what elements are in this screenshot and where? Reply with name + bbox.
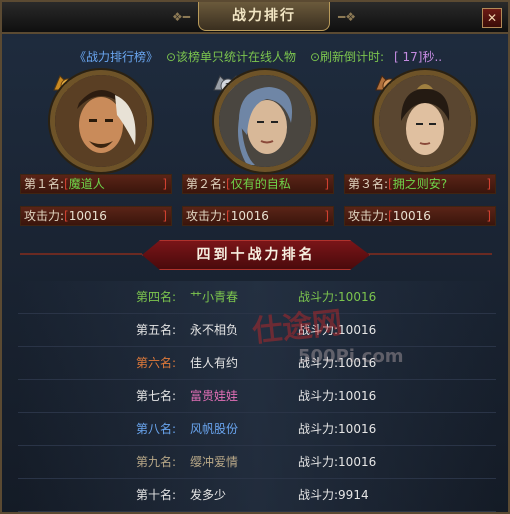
row-rank: 第七名: <box>136 389 177 403</box>
row-name: 风帆股份 <box>190 422 239 436</box>
row-power-label: 战斗力:9914 <box>298 488 369 502</box>
refresh-countdown: [ 17]秒.. <box>394 50 443 64</box>
row-name: 缨冲爱情 <box>190 455 239 469</box>
row-power-label: 战斗力:10016 <box>298 455 377 469</box>
row-rank: 第十名: <box>136 488 177 502</box>
info-row: 《战力排行榜》 ⊙该榜单只统计在线人物 ⊙刷新倒计时: [ 17]秒.. <box>2 48 508 64</box>
rank-3-power: 10016 <box>392 209 431 223</box>
rank-1-power-slot: 攻击力:[10016] <box>20 206 172 226</box>
rank-3-portrait[interactable] <box>374 70 476 172</box>
rank-2-name: 仅有的自私 <box>230 177 291 191</box>
ranking-row[interactable]: 第八名: 风帆股份 战斗力:10016 <box>18 413 496 446</box>
rank-1-power: 10016 <box>68 209 107 223</box>
row-power: 10016 <box>338 323 377 337</box>
rank-1-name-slot[interactable]: 第１名:[魔道人] <box>20 174 172 194</box>
board-name: 《战力排行榜》 <box>74 50 159 64</box>
rank-3-name: 拥之则安? <box>392 177 448 191</box>
ranking-window: ❖━ 战力排行 ━❖ ✕ 《战力排行榜》 ⊙该榜单只统计在线人物 ⊙刷新倒计时:… <box>0 0 510 514</box>
window-title: 战力排行 <box>198 2 330 31</box>
rank-2-power: 10016 <box>230 209 269 223</box>
close-button[interactable]: ✕ <box>482 8 502 28</box>
row-rank: 第六名: <box>136 356 177 370</box>
row-name: 发多少 <box>190 488 227 502</box>
row-power-label: 战斗力:10016 <box>298 422 377 436</box>
row-power: 10016 <box>338 290 377 304</box>
row-power: 10016 <box>338 455 377 469</box>
row-power: 10016 <box>338 389 377 403</box>
title-ornament-right: ━❖ <box>338 10 356 24</box>
ranking-row[interactable]: 第九名: 缨冲爱情 战斗力:10016 <box>18 446 496 479</box>
row-name: 永不相负 <box>190 323 239 337</box>
rank-2-portrait[interactable] <box>214 70 316 172</box>
rank-1-name: 魔道人 <box>68 177 105 191</box>
title-bar: ❖━ 战力排行 ━❖ ✕ <box>2 2 508 34</box>
row-name: 富贵娃娃 <box>190 389 239 403</box>
rank-3-power-slot: 攻击力:[10016] <box>344 206 496 226</box>
refresh-label: ⊙刷新倒计时: <box>310 50 385 64</box>
row-name: 佳人有约 <box>190 356 239 370</box>
rank-3-name-slot[interactable]: 第３名:[拥之则安?] <box>344 174 496 194</box>
title-ornament-left: ❖━ <box>172 10 190 24</box>
ranking-row[interactable]: 第七名: 富贵娃娃 战斗力:10016 <box>18 380 496 413</box>
rank-2-power-slot: 攻击力:[10016] <box>182 206 334 226</box>
rank-2-name-slot[interactable]: 第２名:[仅有的自私] <box>182 174 334 194</box>
online-only-note: ⊙该榜单只统计在线人物 <box>166 50 297 64</box>
banner-divider-right <box>368 253 492 255</box>
row-rank: 第八名: <box>136 422 177 436</box>
row-power: 9914 <box>338 488 369 502</box>
row-rank: 第四名: <box>136 290 177 304</box>
row-power: 10016 <box>338 422 377 436</box>
rank-1-portrait[interactable] <box>50 70 152 172</box>
row-rank: 第五名: <box>136 323 177 337</box>
watermark-site: 500Pi.com <box>298 346 404 367</box>
row-rank: 第九名: <box>136 455 177 469</box>
banner-divider-left <box>20 253 142 255</box>
row-name: 艹小青春 <box>190 290 239 304</box>
ranking-row[interactable]: 第六名: 佳人有约 战斗力:10016 <box>18 347 496 380</box>
ranking-banner: 四到十战力排名 <box>142 240 370 270</box>
row-power-label: 战斗力:10016 <box>298 389 377 403</box>
watermark-logo: 仕途网 <box>250 305 344 350</box>
ranking-row[interactable]: 第十名: 发多少 战斗力:9914 <box>18 479 496 512</box>
